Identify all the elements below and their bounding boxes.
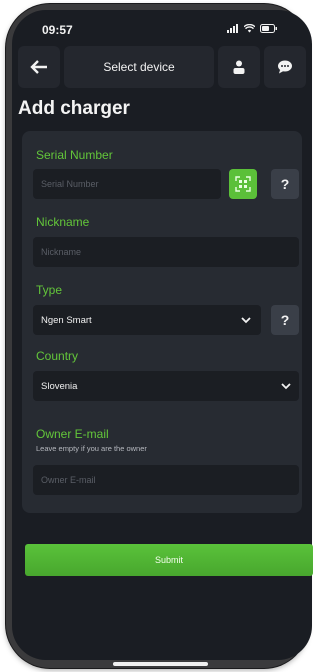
back-button[interactable] bbox=[18, 46, 60, 88]
submit-button[interactable]: Submit bbox=[25, 544, 313, 576]
type-help-button[interactable]: ? bbox=[271, 305, 299, 335]
serial-number-input[interactable]: Serial Number bbox=[33, 169, 221, 199]
header-title-box: Select device bbox=[64, 46, 214, 88]
signal-icon bbox=[227, 24, 238, 33]
chat-button[interactable] bbox=[264, 46, 306, 88]
country-label: Country bbox=[36, 349, 79, 363]
serial-number-placeholder: Serial Number bbox=[41, 179, 99, 189]
country-select[interactable]: Slovenia bbox=[33, 371, 299, 401]
nickname-label: Nickname bbox=[36, 215, 90, 229]
nickname-placeholder: Nickname bbox=[41, 247, 82, 257]
type-label: Type bbox=[36, 283, 63, 297]
page-title: Add charger bbox=[18, 98, 130, 119]
qr-scan-icon bbox=[235, 176, 251, 192]
home-indicator[interactable] bbox=[113, 662, 208, 666]
type-select[interactable]: Ngen Smart bbox=[33, 305, 261, 335]
top-nav: Select device bbox=[18, 46, 306, 94]
owner-email-input[interactable]: Owner E-mail bbox=[33, 465, 299, 495]
serial-number-label: Serial Number bbox=[36, 148, 113, 162]
battery-icon bbox=[260, 24, 277, 33]
owner-email-placeholder: Owner E-mail bbox=[41, 475, 96, 485]
profile-button[interactable] bbox=[218, 46, 260, 88]
country-selected-value: Slovenia bbox=[41, 380, 78, 392]
header-title: Select device bbox=[103, 60, 175, 74]
chat-icon bbox=[278, 60, 292, 74]
status-time: 09:57 bbox=[42, 23, 73, 37]
back-arrow-icon bbox=[30, 60, 47, 74]
chevron-down-icon bbox=[281, 382, 291, 389]
status-bar: 09:57 bbox=[12, 10, 312, 44]
wifi-icon bbox=[244, 24, 255, 33]
serial-help-button[interactable]: ? bbox=[271, 169, 299, 199]
owner-email-hint: Leave empty if you are the owner bbox=[36, 444, 147, 453]
nickname-input[interactable]: Nickname bbox=[33, 237, 299, 267]
scan-qr-button[interactable] bbox=[229, 169, 257, 199]
status-icons bbox=[227, 24, 278, 33]
chevron-down-icon bbox=[241, 316, 251, 323]
type-selected-value: Ngen Smart bbox=[41, 314, 92, 326]
user-icon bbox=[233, 60, 245, 74]
owner-email-label: Owner E-mail bbox=[36, 427, 109, 441]
